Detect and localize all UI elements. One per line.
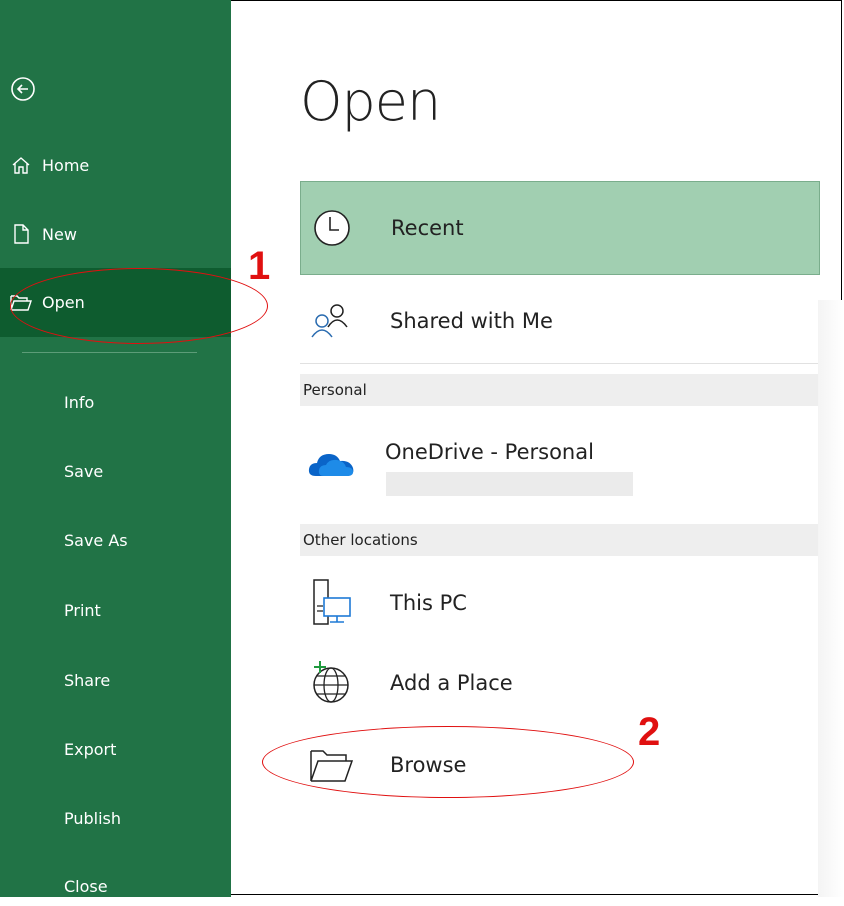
sidebar-item-save-as[interactable]: Save As	[0, 520, 231, 560]
sidebar-item-print[interactable]: Print	[0, 590, 231, 630]
sidebar-item-label: Info	[64, 392, 95, 412]
sidebar-item-home[interactable]: Home	[0, 145, 231, 185]
sidebar-item-save[interactable]: Save	[0, 451, 231, 491]
sidebar-item-label: Save As	[64, 530, 128, 550]
people-icon	[306, 296, 356, 346]
computer-icon	[306, 578, 356, 628]
sidebar-item-label: Print	[64, 600, 101, 620]
home-icon	[10, 154, 32, 176]
section-header-other-locations: Other locations	[300, 524, 820, 556]
sidebar-item-label: Export	[64, 739, 117, 759]
annotation-ellipse-browse	[262, 726, 634, 798]
location-add-a-place[interactable]: Add a Place	[300, 652, 820, 714]
location-label: OneDrive - Personal	[385, 440, 594, 464]
location-label: Recent	[391, 216, 464, 240]
location-shared-with-me[interactable]: Shared with Me	[300, 290, 820, 352]
globe-add-icon	[306, 658, 356, 708]
section-divider	[300, 363, 818, 364]
page-title: Open	[300, 70, 441, 133]
annotation-ellipse-open	[10, 268, 268, 344]
back-button[interactable]	[10, 76, 36, 102]
sidebar-item-label: Share	[64, 670, 111, 690]
sidebar-item-label: Home	[42, 155, 90, 175]
location-recent[interactable]: Recent	[300, 181, 820, 275]
panel-edge-shadow	[818, 300, 844, 897]
sidebar-item-new[interactable]: New	[0, 214, 231, 254]
sidebar-item-info[interactable]: Info	[0, 382, 231, 422]
sidebar-item-label: New	[42, 224, 77, 244]
sidebar-item-label: Close	[64, 876, 108, 896]
cloud-icon	[306, 438, 356, 488]
location-this-pc[interactable]: This PC	[300, 572, 820, 634]
sidebar-divider	[22, 352, 197, 353]
location-label: Shared with Me	[390, 309, 553, 333]
new-document-icon	[10, 223, 32, 245]
annotation-step-2: 2	[638, 710, 661, 754]
onedrive-account-email-redacted	[386, 472, 633, 496]
backstage-sidebar: Home New Open Info Save Save As Print Sh…	[0, 0, 231, 897]
sidebar-item-share[interactable]: Share	[0, 660, 231, 700]
sidebar-item-label: Save	[64, 461, 104, 481]
clock-icon	[307, 203, 357, 253]
annotation-step-1: 1	[248, 244, 271, 288]
location-label: Add a Place	[390, 671, 513, 695]
sidebar-item-close[interactable]: Close	[0, 866, 231, 906]
back-arrow-icon	[11, 77, 35, 101]
sidebar-item-publish[interactable]: Publish	[0, 798, 231, 838]
location-label: This PC	[390, 591, 467, 615]
section-header-personal: Personal	[300, 374, 820, 406]
sidebar-item-label: Publish	[64, 808, 122, 828]
sidebar-item-export[interactable]: Export	[0, 729, 231, 769]
